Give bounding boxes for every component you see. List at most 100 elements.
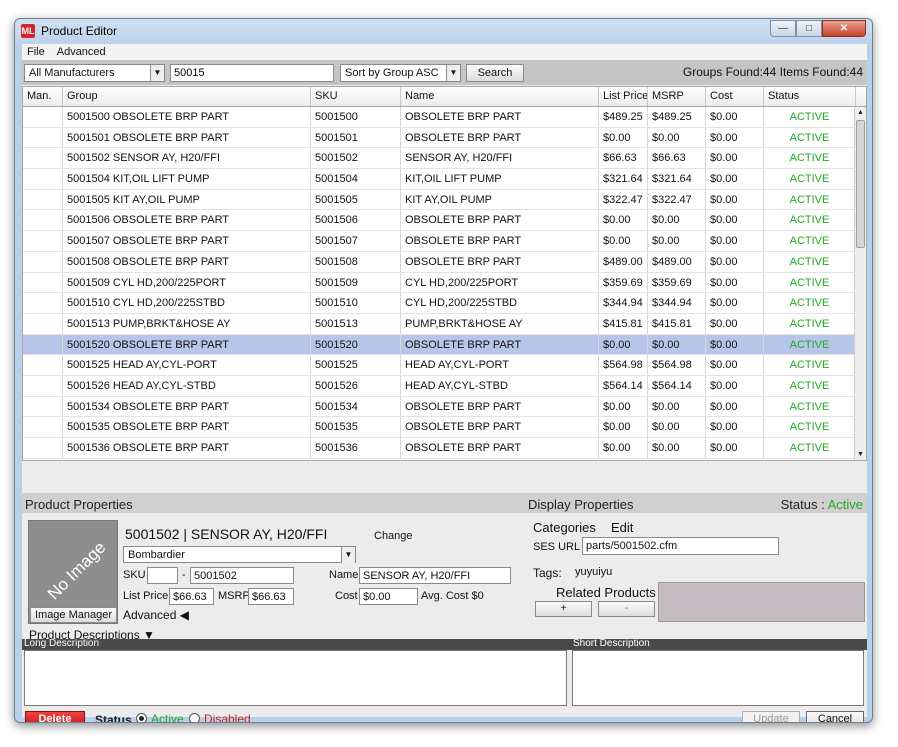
- table-row[interactable]: 5001526 HEAD AY,CYL-STBD 5001526 HEAD AY,C…: [23, 375, 866, 397]
- table-row[interactable]: 5001536 OBSOLETE BRP PART 5001536 OBSOLETE…: [23, 438, 866, 459]
- edit-categories-link[interactable]: Edit: [611, 520, 633, 535]
- sort-select[interactable]: Sort by Group ASC ▼: [340, 64, 461, 82]
- scrollbar-thumb[interactable]: [856, 120, 865, 248]
- avg-cost: Avg. Cost $0: [421, 590, 484, 602]
- cell-status: ACTIVE: [764, 231, 856, 251]
- cell-sku: 5001508: [311, 251, 401, 272]
- cancel-button[interactable]: Cancel: [806, 711, 864, 722]
- scroll-down-icon[interactable]: ▼: [855, 449, 866, 460]
- delete-button[interactable]: Delete: [25, 711, 85, 722]
- column-header-msrp[interactable]: MSRP: [648, 87, 706, 106]
- cell-sku: 5001510: [311, 293, 401, 313]
- msrp-field[interactable]: $66.63: [248, 588, 294, 605]
- cell-status: ACTIVE: [764, 210, 856, 231]
- status-disabled-label[interactable]: Disabled: [204, 712, 251, 722]
- sku-field[interactable]: 5001502: [190, 567, 294, 584]
- cell-name: KIT,OIL LIFT PUMP: [401, 169, 599, 189]
- menu-file[interactable]: File: [27, 44, 51, 60]
- column-header-name[interactable]: Name: [401, 87, 599, 106]
- update-button[interactable]: Update: [742, 711, 800, 722]
- close-button[interactable]: ✕: [822, 20, 866, 37]
- cell-man: [23, 189, 63, 210]
- table-row[interactable]: 5001534 OBSOLETE BRP PART 5001534 OBSOLETE…: [23, 396, 866, 418]
- cell-list-price: $0.00: [599, 210, 648, 231]
- app-logo-icon: ML: [21, 24, 35, 38]
- cell-list-price: $0.00: [599, 334, 648, 355]
- cell-man: [23, 251, 63, 272]
- short-description-textarea[interactable]: [572, 650, 864, 706]
- column-header-cost[interactable]: Cost: [706, 87, 764, 106]
- cell-msrp: $344.94: [648, 293, 706, 313]
- product-status: Status : Active: [781, 497, 863, 512]
- cell-sku: 5001520: [311, 334, 401, 355]
- scroll-up-icon[interactable]: ▲: [855, 107, 866, 119]
- chevron-down-icon[interactable]: ▼: [446, 65, 460, 81]
- cell-sku: 5001513: [311, 313, 401, 334]
- status-active-label[interactable]: Active: [151, 712, 184, 722]
- related-products-list[interactable]: [658, 582, 865, 622]
- cell-status: ACTIVE: [764, 127, 856, 148]
- cell-cost: $0.00: [706, 375, 764, 396]
- manufacturer-select-value: All Manufacturers: [29, 67, 115, 79]
- msrp-label: MSRP: [218, 590, 250, 602]
- cell-sku: 5001535: [311, 417, 401, 437]
- table-row[interactable]: 5001506 OBSOLETE BRP PART 5001506 OBSOLETE…: [23, 210, 866, 232]
- table-row[interactable]: 5001535 OBSOLETE BRP PART 5001535 OBSOLETE…: [23, 417, 866, 438]
- image-manager-button[interactable]: Image Manager: [30, 607, 117, 623]
- table-row[interactable]: 5001513 PUMP,BRKT&HOSE AY 5001513 PUMP,BRK…: [23, 313, 866, 335]
- cell-sku: 5001501: [311, 127, 401, 148]
- column-header-man[interactable]: Man.: [23, 87, 63, 106]
- table-row[interactable]: 5001507 OBSOLETE BRP PART 5001507 OBSOLETE…: [23, 231, 866, 252]
- status-disabled-radio[interactable]: [189, 713, 200, 722]
- long-description-textarea[interactable]: [24, 650, 567, 706]
- column-header-status[interactable]: Status: [764, 87, 856, 106]
- table-row[interactable]: 5001501 OBSOLETE BRP PART 5001501 OBSOLETE…: [23, 127, 866, 149]
- chevron-down-icon[interactable]: ▼: [341, 547, 355, 563]
- cost-field[interactable]: $0.00: [359, 588, 418, 605]
- table-row[interactable]: 5001510 CYL HD,200/225STBD 5001510 CYL HD,…: [23, 293, 866, 314]
- advanced-toggle[interactable]: Advanced ◀: [123, 608, 189, 622]
- remove-related-button[interactable]: -: [598, 601, 655, 617]
- change-link[interactable]: Change: [374, 530, 413, 542]
- cell-cost: $0.00: [706, 127, 764, 148]
- table-row[interactable]: 5001504 KIT,OIL LIFT PUMP 5001504 KIT,OIL …: [23, 169, 866, 190]
- status-active-radio[interactable]: [136, 713, 147, 722]
- cell-cost: $0.00: [706, 210, 764, 231]
- cell-cost: $0.00: [706, 293, 764, 313]
- table-row[interactable]: 5001508 OBSOLETE BRP PART 5001508 OBSOLETE…: [23, 251, 866, 273]
- table-row[interactable]: 5001500 OBSOLETE BRP PART 5001500 OBSOLETE…: [23, 107, 866, 128]
- cell-status: ACTIVE: [764, 107, 856, 127]
- product-properties-title: Product Properties: [25, 497, 133, 512]
- cell-msrp: $0.00: [648, 210, 706, 231]
- manufacturer-select[interactable]: All Manufacturers ▼: [24, 64, 165, 82]
- sku-prefix-field[interactable]: [147, 567, 178, 584]
- table-row[interactable]: 5001505 KIT AY,OIL PUMP 5001505 KIT AY,OIL…: [23, 189, 866, 211]
- name-field[interactable]: SENSOR AY, H20/FFI: [359, 567, 511, 584]
- cell-man: [23, 355, 63, 375]
- menu-advanced[interactable]: Advanced: [57, 44, 112, 60]
- table-row[interactable]: 5001502 SENSOR AY, H20/FFI 5001502 SENSOR …: [23, 148, 866, 170]
- vertical-scrollbar[interactable]: ▲ ▼: [854, 107, 866, 460]
- column-header-group[interactable]: Group: [63, 87, 311, 106]
- column-header-sku[interactable]: SKU: [311, 87, 401, 106]
- search-input[interactable]: [170, 64, 334, 82]
- tags-value[interactable]: yuyuiyu: [575, 566, 612, 578]
- add-related-button[interactable]: +: [535, 601, 592, 617]
- maximize-button[interactable]: □: [796, 20, 822, 37]
- table-row[interactable]: 5001509 CYL HD,200/225PORT 5001509 CYL HD,…: [23, 272, 866, 294]
- cell-msrp: $415.81: [648, 313, 706, 334]
- cell-group: 5001502 SENSOR AY, H20/FFI: [63, 148, 311, 169]
- results-count: Groups Found:44 Items Found:44: [682, 65, 863, 79]
- minimize-button[interactable]: —: [770, 20, 796, 37]
- list-price-field[interactable]: $66.63: [169, 588, 214, 605]
- table-row[interactable]: 5001525 HEAD AY,CYL-PORT 5001525 HEAD AY,C…: [23, 355, 866, 376]
- table-row[interactable]: 5001520 OBSOLETE BRP PART 5001520 OBSOLETE…: [23, 334, 866, 356]
- column-header-list-price[interactable]: List Price: [599, 87, 648, 106]
- product-manufacturer-select[interactable]: Bombardier ▼: [123, 546, 356, 563]
- cell-cost: $0.00: [706, 148, 764, 169]
- cell-sku: 5001500: [311, 107, 401, 127]
- search-button[interactable]: Search: [466, 64, 524, 82]
- ses-url-field[interactable]: parts/5001502.cfm: [582, 537, 779, 555]
- chevron-down-icon[interactable]: ▼: [150, 65, 164, 81]
- cell-man: [23, 438, 63, 458]
